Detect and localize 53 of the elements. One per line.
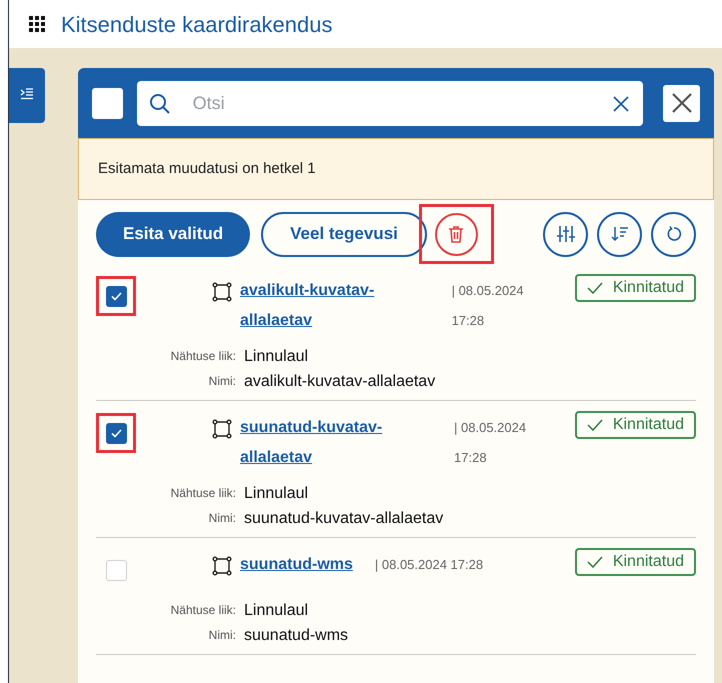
select-all-checkbox[interactable] [92,88,123,118]
field-value: suunatud-wms [244,626,350,646]
item-title-link[interactable]: suunatud-wms [240,550,353,580]
polygon-icon [212,556,232,576]
status-badge: Kinnitatud [574,548,696,576]
polygon-icon [212,419,232,439]
field-label: Nähtuse liik: [170,348,236,365]
field-label: Nimi: [208,627,236,644]
delete-button[interactable] [434,212,478,256]
notice-banner: Esitamata muudatusi on hetkel 1 [78,138,714,200]
check-icon [586,556,603,568]
item-date: | 08.05.2024 17:28 [452,282,525,330]
search-field[interactable]: Otsi [136,80,644,126]
row-checkbox[interactable] [106,422,126,444]
field-label: Nähtuse liik: [170,602,236,619]
field-label: Nimi: [208,373,236,390]
clear-icon[interactable] [613,96,630,112]
app-title: Kitsenduste kaardirakendus [61,10,332,38]
sort-button[interactable] [597,212,642,256]
sliders-icon [556,225,576,243]
sidebar-toggle-button[interactable] [9,68,45,123]
close-icon [672,93,692,113]
field-value: avalikult-kuvatav-allalaetav [244,372,436,392]
trash-icon [448,225,464,243]
field-value: Linnulaul [244,347,310,367]
check-icon [110,292,122,300]
field-value: Linnulaul [244,484,310,504]
field-label: Nähtuse liik: [170,485,236,502]
apps-grid-icon[interactable] [29,16,45,32]
refresh-icon [666,226,682,242]
filter-button[interactable] [543,212,588,256]
row-checkbox[interactable] [106,286,126,306]
refresh-button[interactable] [651,212,696,256]
field-value: Linnulaul [244,601,310,621]
item-title-link[interactable]: suunatud-kuvatav-allalaetav [240,413,432,473]
close-button[interactable] [663,84,700,122]
search-icon [148,92,171,114]
sort-icon [610,226,628,242]
more-actions-button[interactable]: Veel tegevusi [261,212,427,256]
item-date: | 08.05.2024 17:28 [454,419,528,467]
status-badge: Kinnitatud [574,274,696,302]
row-checkbox[interactable] [106,560,126,580]
submit-selected-button[interactable]: Esita valitud [96,212,250,256]
check-icon [586,419,603,431]
check-icon [586,282,603,294]
item-date: | 08.05.2024 17:28 [374,556,484,574]
field-value: suunatud-kuvatav-allalaetav [244,509,444,529]
status-badge: Kinnitatud [574,411,696,439]
polygon-icon [212,282,232,302]
indent-list-icon [20,88,34,100]
check-icon [110,428,122,438]
item-title-link[interactable]: avalikult-kuvatav-allalaetav [240,276,430,336]
field-label: Nimi: [208,510,236,527]
